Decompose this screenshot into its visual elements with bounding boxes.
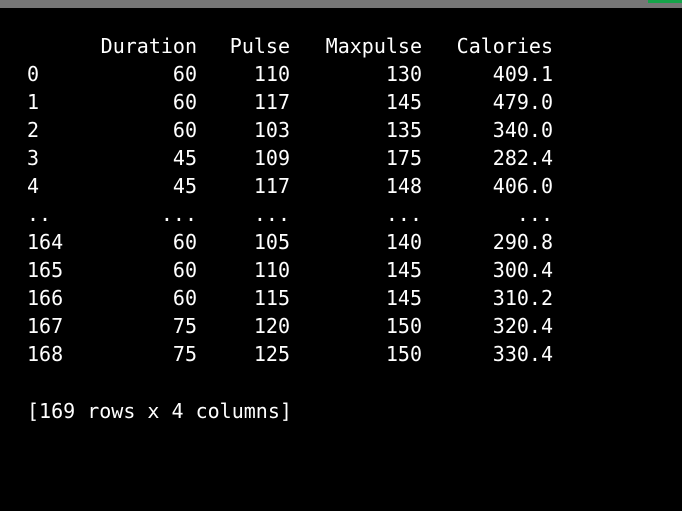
table-row-ellipsis: .. ... ... ... ... [0,200,682,228]
table-row: 167 75 120 150 320.4 [0,312,682,340]
cell-maxpulse: 145 [385,258,422,282]
cell-calories: 282.4 [492,146,553,170]
table-row: 4 45 117 148 406.0 [0,172,682,200]
table-row: 2 60 103 135 340.0 [0,116,682,144]
cell-pulse: 115 [253,286,290,310]
cell-pulse: 103 [253,118,290,142]
cell-pulse: 110 [253,258,290,282]
cell-pulse: 125 [253,342,290,366]
table-row: 0 60 110 130 409.1 [0,60,682,88]
cell-duration: 60 [172,62,197,86]
row-index: 2 [27,118,40,142]
row-index: .. [27,202,52,226]
cell-duration: 60 [172,118,197,142]
dataframe-output: Duration Pulse Maxpulse Calories 0 60 11… [0,0,682,511]
cell-maxpulse: 130 [385,62,422,86]
cell-duration: 60 [172,286,197,310]
row-index: 167 [27,314,64,338]
dataframe-shape-summary: [169 rows x 4 columns] [27,399,292,423]
cell-calories: ... [516,202,553,226]
row-index: 3 [27,146,40,170]
table-row: 166 60 115 145 310.2 [0,284,682,312]
cell-maxpulse: 150 [385,314,422,338]
table-row: 165 60 110 145 300.4 [0,256,682,284]
cell-duration: 60 [172,230,197,254]
cell-calories: 409.1 [492,62,553,86]
cell-pulse: 105 [253,230,290,254]
cell-duration: 45 [172,146,197,170]
cell-maxpulse: 135 [385,118,422,142]
cell-pulse: ... [253,202,290,226]
cell-pulse: 117 [253,174,290,198]
cell-duration: 75 [172,314,197,338]
cell-calories: 310.2 [492,286,553,310]
row-index: 165 [27,258,64,282]
cell-duration: 60 [172,258,197,282]
cell-maxpulse: 148 [385,174,422,198]
column-header-maxpulse: Maxpulse [325,34,422,58]
cell-calories: 290.8 [492,230,553,254]
console-window: Duration Pulse Maxpulse Calories 0 60 11… [0,0,682,511]
cell-maxpulse: 145 [385,286,422,310]
cell-duration: 75 [172,342,197,366]
table-row: 1 60 117 145 479.0 [0,88,682,116]
row-index: 1 [27,90,40,114]
column-header-pulse: Pulse [229,34,290,58]
cell-pulse: 120 [253,314,290,338]
table-row: 164 60 105 140 290.8 [0,228,682,256]
row-index: 166 [27,286,64,310]
cell-pulse: 110 [253,62,290,86]
cell-calories: 330.4 [492,342,553,366]
cell-maxpulse: 145 [385,90,422,114]
cell-calories: 300.4 [492,258,553,282]
cell-pulse: 109 [253,146,290,170]
cell-calories: 479.0 [492,90,553,114]
cell-calories: 320.4 [492,314,553,338]
cell-calories: 406.0 [492,174,553,198]
cell-duration: 60 [172,90,197,114]
cell-pulse: 117 [253,90,290,114]
cell-duration: 45 [172,174,197,198]
column-header-duration: Duration [100,34,197,58]
column-header-calories: Calories [456,34,553,58]
table-header-row: Duration Pulse Maxpulse Calories [0,32,682,60]
table-row: 168 75 125 150 330.4 [0,340,682,368]
cell-maxpulse: 140 [385,230,422,254]
cell-maxpulse: 175 [385,146,422,170]
cell-maxpulse: ... [385,202,422,226]
row-index: 4 [27,174,40,198]
row-index: 168 [27,342,64,366]
cell-maxpulse: 150 [385,342,422,366]
cell-calories: 340.0 [492,118,553,142]
row-index: 0 [27,62,40,86]
row-index: 164 [27,230,64,254]
cell-duration: ... [160,202,197,226]
table-row: 3 45 109 175 282.4 [0,144,682,172]
